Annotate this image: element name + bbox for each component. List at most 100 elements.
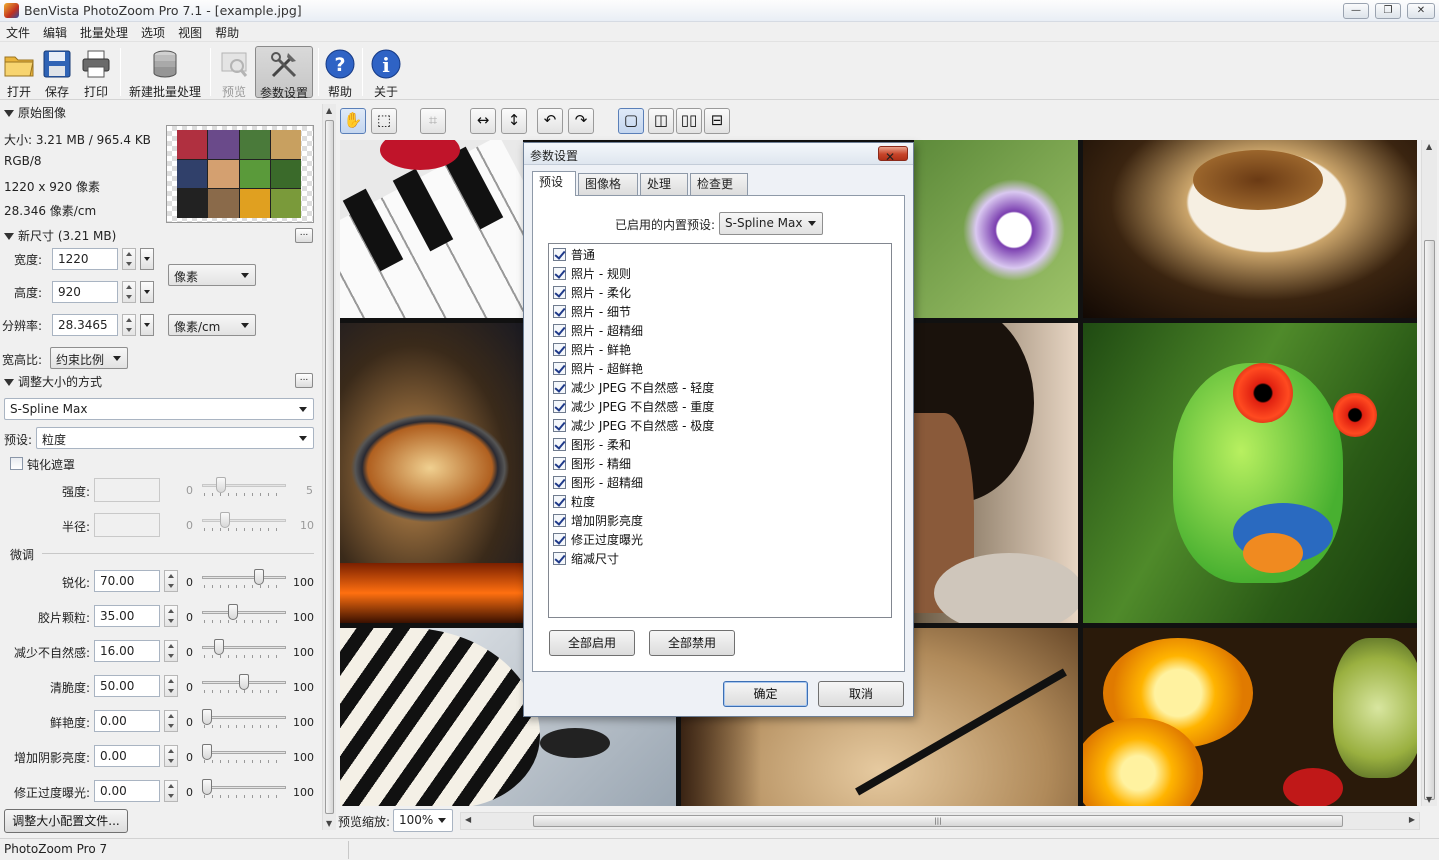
preset-checkbox[interactable] xyxy=(553,533,566,546)
preset-item[interactable]: 照片 - 鲜艳 xyxy=(553,341,631,360)
finetune-spinner-4[interactable] xyxy=(164,710,178,732)
resolution-spinner[interactable] xyxy=(122,314,136,336)
radius-slider[interactable] xyxy=(202,512,286,533)
fit-height-button[interactable]: ↕ xyxy=(501,108,527,134)
close-button[interactable]: ✕ xyxy=(1407,3,1435,19)
algorithm-select[interactable]: S-Spline Max xyxy=(4,398,314,420)
marquee-tool-button[interactable]: ⬚ xyxy=(371,108,397,134)
maximize-button[interactable]: ❐ xyxy=(1375,3,1401,19)
menu-edit[interactable]: 编辑 xyxy=(37,22,74,41)
print-button[interactable]: 打印 xyxy=(78,46,114,99)
preset-checkbox[interactable] xyxy=(553,267,566,280)
preset-item[interactable]: 缩减尺寸 xyxy=(553,550,619,569)
preset-checkbox[interactable] xyxy=(553,400,566,413)
preset-item[interactable]: 图形 - 精细 xyxy=(553,455,631,474)
menu-batch[interactable]: 批量处理 xyxy=(74,22,135,41)
dialog-close-button[interactable]: ✕ xyxy=(878,146,908,164)
resolution-unit-select[interactable]: 像素/cm xyxy=(168,314,256,336)
finetune-spinner-6[interactable] xyxy=(164,780,178,802)
tab-processing[interactable]: 处理 xyxy=(640,173,688,195)
finetune-input-4[interactable]: 0.00 xyxy=(94,710,160,732)
aspect-select[interactable]: 约束比例 xyxy=(50,347,128,369)
preset-checkbox[interactable] xyxy=(553,419,566,432)
preset-checkbox[interactable] xyxy=(553,514,566,527)
preset-checkbox[interactable] xyxy=(553,457,566,470)
height-input[interactable]: 920 xyxy=(52,281,118,303)
rotate-left-button[interactable]: ↶ xyxy=(537,108,563,134)
scroll-left-arrow-icon[interactable]: ◀ xyxy=(465,815,471,824)
strength-thumb[interactable] xyxy=(216,477,226,493)
strength-slider[interactable] xyxy=(202,477,286,498)
width-input[interactable]: 1220 xyxy=(52,248,118,270)
finetune-input-1[interactable]: 35.00 xyxy=(94,605,160,627)
tab-image-format[interactable]: 图像格式 xyxy=(578,173,638,211)
resize-profile-button[interactable]: 调整大小配置文件... xyxy=(4,809,128,833)
preset-item[interactable]: 减少 JPEG 不自然感 - 重度 xyxy=(553,398,714,417)
menu-file[interactable]: 文件 xyxy=(0,22,37,41)
scroll-right-arrow-icon[interactable]: ▶ xyxy=(1409,815,1415,824)
preset-item[interactable]: 照片 - 规则 xyxy=(553,265,631,284)
radius-input[interactable] xyxy=(94,513,160,537)
hand-tool-button[interactable]: ✋ xyxy=(340,108,366,134)
preset-item[interactable]: 增加阴影亮度 xyxy=(553,512,643,531)
original-image-header[interactable]: 原始图像 xyxy=(4,104,66,121)
new-size-more-button[interactable]: ... xyxy=(295,228,313,243)
finetune-thumb-5[interactable] xyxy=(202,744,212,760)
finetune-spinner-2[interactable] xyxy=(164,640,178,662)
preset-item[interactable]: 普通 xyxy=(553,246,595,265)
menu-help[interactable]: 帮助 xyxy=(209,22,246,41)
new-size-header[interactable]: 新尺寸 (3.21 MB) xyxy=(4,227,116,244)
finetune-input-3[interactable]: 50.00 xyxy=(94,675,160,697)
menu-view[interactable]: 视图 xyxy=(172,22,209,41)
image-vscroll-thumb[interactable] xyxy=(1424,240,1435,800)
preset-item[interactable]: 照片 - 细节 xyxy=(553,303,631,322)
preset-checkbox[interactable] xyxy=(553,248,566,261)
settings-button[interactable]: 参数设置 xyxy=(255,46,313,100)
preset-checkbox[interactable] xyxy=(553,305,566,318)
finetune-spinner-5[interactable] xyxy=(164,745,178,767)
minimize-button[interactable]: — xyxy=(1343,3,1369,19)
help-button[interactable]: ? 帮助 xyxy=(324,46,356,99)
ok-button[interactable]: 确定 xyxy=(723,681,808,707)
single-view-button[interactable]: ▢ xyxy=(618,108,644,134)
radius-thumb[interactable] xyxy=(220,512,230,528)
fit-width-button[interactable]: ↔ xyxy=(470,108,496,134)
about-button[interactable]: i 关于 xyxy=(370,46,402,99)
preset-checkbox[interactable] xyxy=(553,286,566,299)
preview-button[interactable]: 预览 xyxy=(216,46,252,99)
scroll-up-arrow-icon[interactable]: ▲ xyxy=(1426,142,1432,151)
preset-item[interactable]: 图形 - 超精细 xyxy=(553,474,643,493)
disable-all-button[interactable]: 全部禁用 xyxy=(649,630,735,656)
save-button[interactable]: 保存 xyxy=(40,46,74,99)
preset-item[interactable]: 照片 - 超精细 xyxy=(553,322,643,341)
finetune-spinner-1[interactable] xyxy=(164,605,178,627)
finetune-thumb-3[interactable] xyxy=(239,674,249,690)
preset-item[interactable]: 粒度 xyxy=(553,493,595,512)
finetune-input-2[interactable]: 16.00 xyxy=(94,640,160,662)
finetune-input-0[interactable]: 70.00 xyxy=(94,570,160,592)
builtin-preset-select[interactable]: S-Spline Max xyxy=(719,212,823,235)
scroll-down-arrow-icon[interactable]: ▼ xyxy=(326,819,332,828)
resize-method-more-button[interactable]: ... xyxy=(295,373,313,388)
strength-input[interactable] xyxy=(94,478,160,502)
preset-checkbox[interactable] xyxy=(553,495,566,508)
finetune-slider-4[interactable] xyxy=(202,709,286,730)
finetune-spinner-0[interactable] xyxy=(164,570,178,592)
crop-tool-button[interactable]: ⌗ xyxy=(420,108,446,134)
unsharp-mask-checkbox[interactable] xyxy=(10,457,23,470)
thumbnail-navigator[interactable] xyxy=(166,125,314,223)
preset-checkbox[interactable] xyxy=(553,343,566,356)
preset-item[interactable]: 修正过度曝光 xyxy=(553,531,643,550)
preset-select[interactable]: 粒度 xyxy=(36,427,314,449)
finetune-thumb-0[interactable] xyxy=(254,569,264,585)
height-spinner[interactable] xyxy=(122,281,136,303)
preset-checkbox[interactable] xyxy=(553,324,566,337)
scroll-down-arrow-icon[interactable]: ▼ xyxy=(1426,795,1432,804)
finetune-slider-5[interactable] xyxy=(202,744,286,765)
menu-options[interactable]: 选项 xyxy=(135,22,172,41)
split-horizontal-button[interactable]: ⊟ xyxy=(704,108,730,134)
image-hscroll-thumb[interactable]: ||| xyxy=(533,815,1343,827)
cancel-button[interactable]: 取消 xyxy=(818,681,904,707)
preset-item[interactable]: 减少 JPEG 不自然感 - 轻度 xyxy=(553,379,714,398)
finetune-thumb-6[interactable] xyxy=(202,779,212,795)
